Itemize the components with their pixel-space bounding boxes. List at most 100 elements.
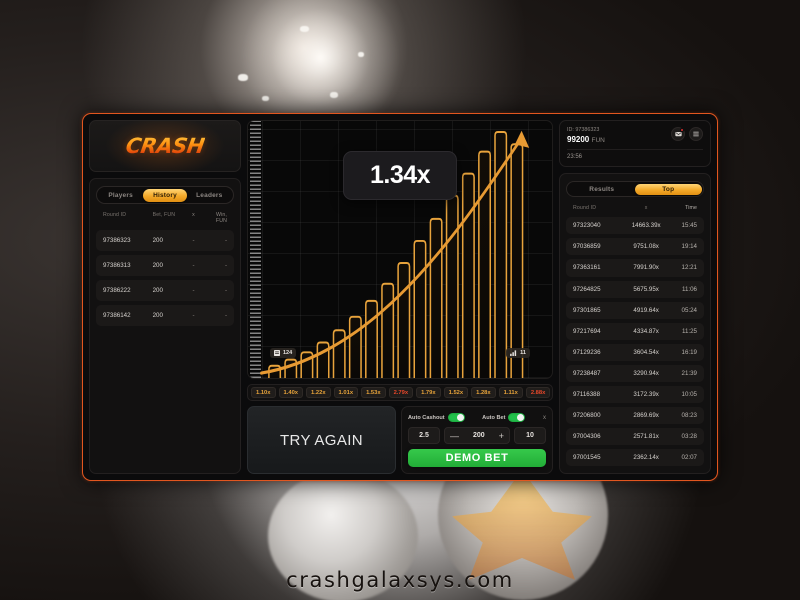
table-row[interactable]: 97129236 3604.54x 16:19 xyxy=(566,343,704,361)
table-row[interactable]: 97036859 9751.08x 19:14 xyxy=(566,238,704,256)
header-x: x xyxy=(644,205,648,212)
auto-cashout-toggle[interactable] xyxy=(447,413,465,422)
cell-time: 10:05 xyxy=(681,390,697,398)
cell-x: - xyxy=(192,312,195,319)
auto-cashout-input[interactable]: 2.5 xyxy=(408,427,440,444)
header-round-id: Round ID xyxy=(103,212,127,218)
bet-toggle-row: Auto Cashout Auto Bet x xyxy=(408,413,546,422)
table-row[interactable]: 97301865 4919.64x 05:24 xyxy=(566,301,704,319)
rounds-input[interactable]: 10 xyxy=(514,427,546,444)
tab-results[interactable]: Results xyxy=(569,184,636,195)
increment-icon[interactable]: + xyxy=(499,431,504,441)
balance-value: 99200 xyxy=(567,135,590,144)
background-speck xyxy=(358,52,364,57)
cell-multiplier: 7991.90x xyxy=(633,264,659,272)
history-chip[interactable]: 1.10x xyxy=(251,387,276,398)
history-chip[interactable]: 1.40x xyxy=(278,387,304,398)
table-row[interactable]: 97363161 7991.90x 12:21 xyxy=(566,259,704,277)
history-chip[interactable]: 1.11x xyxy=(498,387,523,398)
bet-amount-value: 200 xyxy=(473,432,485,439)
auto-bet-group: Auto Bet xyxy=(482,413,526,422)
history-chip[interactable]: 1.53x xyxy=(361,387,386,398)
cell-multiplier: 3290.94x xyxy=(633,369,659,377)
table-row[interactable]: 97004306 2571.81x 03:28 xyxy=(566,427,704,445)
history-chip[interactable]: 1.79x xyxy=(416,387,441,398)
right-sidebar: ID: 97386323 99200 FUN 23:56 Results Top… xyxy=(559,120,711,474)
cell-round-id: 97323040 xyxy=(573,222,601,230)
cell-round-id: 97386142 xyxy=(103,312,131,319)
cell-bet: 200 xyxy=(152,287,163,294)
brand-logo: CRASH xyxy=(89,120,241,172)
table-row[interactable]: 97386323 200 - - xyxy=(96,230,234,251)
cell-time: 19:14 xyxy=(681,243,697,251)
header-win: Win, FUN xyxy=(215,212,227,224)
cell-win: - xyxy=(224,287,227,294)
history-chip[interactable]: 1.01x xyxy=(333,387,359,398)
table-row[interactable]: 97264825 5675.95x 11:06 xyxy=(566,280,704,298)
table-row[interactable]: 97238487 3290.94x 21:39 xyxy=(566,364,704,382)
cell-x: - xyxy=(192,287,195,294)
cell-multiplier: 14663.39x xyxy=(631,222,661,230)
account-balance: 99200 FUN xyxy=(567,135,605,144)
background-speck xyxy=(238,74,248,81)
round-history-strip: 1.10x 1.40x 1.22x 1.01x 1.53x 2.79x 1.79… xyxy=(247,384,553,401)
cell-bet: 200 xyxy=(152,312,163,319)
background-speck xyxy=(300,26,309,32)
history-chip[interactable]: 1.52x xyxy=(443,387,469,398)
background-speck xyxy=(330,92,338,98)
cell-round-id: 97386323 xyxy=(103,237,131,244)
history-chip[interactable]: 1.22x xyxy=(306,387,331,398)
history-chip[interactable]: 1.28x xyxy=(471,387,496,398)
header-x: x xyxy=(192,212,195,218)
auto-cashout-group: Auto Cashout xyxy=(408,413,465,422)
account-actions xyxy=(671,127,703,141)
decrement-icon[interactable]: — xyxy=(450,431,459,441)
action-row: TRY AGAIN Auto Cashout Auto Bet x 2.5 — … xyxy=(247,406,553,474)
try-again-button[interactable]: TRY AGAIN xyxy=(247,406,396,474)
history-chip[interactable]: 2.88x xyxy=(525,387,551,398)
menu-button[interactable] xyxy=(689,127,703,141)
table-row[interactable]: 97206800 2869.69x 08:23 xyxy=(566,406,704,424)
multiplier-display: 1.34x xyxy=(342,151,458,200)
history-chip[interactable]: 2.79x xyxy=(388,387,414,398)
cell-time: 11:25 xyxy=(681,327,697,335)
game-window: CRASH Players History Leaders Round ID B… xyxy=(82,113,718,481)
cell-round-id: 97004306 xyxy=(573,432,601,440)
cell-round-id: 97206800 xyxy=(573,411,601,419)
bet-input-row: 2.5 — 200 + 10 xyxy=(408,427,546,444)
demo-bet-button[interactable]: DEMO BET xyxy=(408,449,546,467)
account-top-row: ID: 97386323 99200 FUN xyxy=(567,127,703,144)
tab-top[interactable]: Top xyxy=(635,183,702,195)
table-row[interactable]: 97386142 200 - - xyxy=(96,305,234,326)
cell-win: - xyxy=(224,237,227,244)
table-row[interactable]: 97116388 3172.39x 10:05 xyxy=(566,385,704,403)
balance-currency: FUN xyxy=(591,137,605,144)
table-row[interactable]: 97323040 14663.39x 15:45 xyxy=(566,217,704,235)
tab-history[interactable]: History xyxy=(142,188,188,202)
auto-bet-toggle[interactable] xyxy=(508,413,526,422)
table-row[interactable]: 97386313 200 - - xyxy=(96,255,234,276)
messages-button[interactable] xyxy=(671,127,685,141)
cell-multiplier: 4334.87x xyxy=(633,327,659,335)
table-row[interactable]: 97217694 4334.87x 11:25 xyxy=(566,322,704,340)
tab-leaders[interactable]: Leaders xyxy=(187,189,231,202)
cell-multiplier: 3172.39x xyxy=(633,390,659,398)
notification-badge xyxy=(680,128,684,132)
cell-time: 03:28 xyxy=(681,432,697,440)
cell-win: - xyxy=(224,262,227,269)
players-count-chip: 124 xyxy=(270,348,297,358)
cell-time: 21:39 xyxy=(681,369,697,377)
cell-round-id: 97386313 xyxy=(103,262,131,269)
cell-round-id: 97036859 xyxy=(573,243,601,251)
table-row[interactable]: 97001545 2362.14x 02:07 xyxy=(566,448,704,466)
account-card: ID: 97386323 99200 FUN 23:56 xyxy=(559,120,711,167)
close-icon[interactable]: x xyxy=(543,415,546,421)
cell-time: 02:07 xyxy=(681,453,697,461)
cell-round-id: 97116388 xyxy=(573,390,601,398)
cell-multiplier: 2571.81x xyxy=(633,432,659,440)
table-row[interactable]: 97386222 200 - - xyxy=(96,280,234,301)
cell-time: 15:45 xyxy=(681,222,697,230)
bet-amount-stepper[interactable]: — 200 + xyxy=(444,427,510,444)
tab-players[interactable]: Players xyxy=(99,189,143,202)
history-panel: Players History Leaders Round ID Bet, FU… xyxy=(89,178,241,474)
